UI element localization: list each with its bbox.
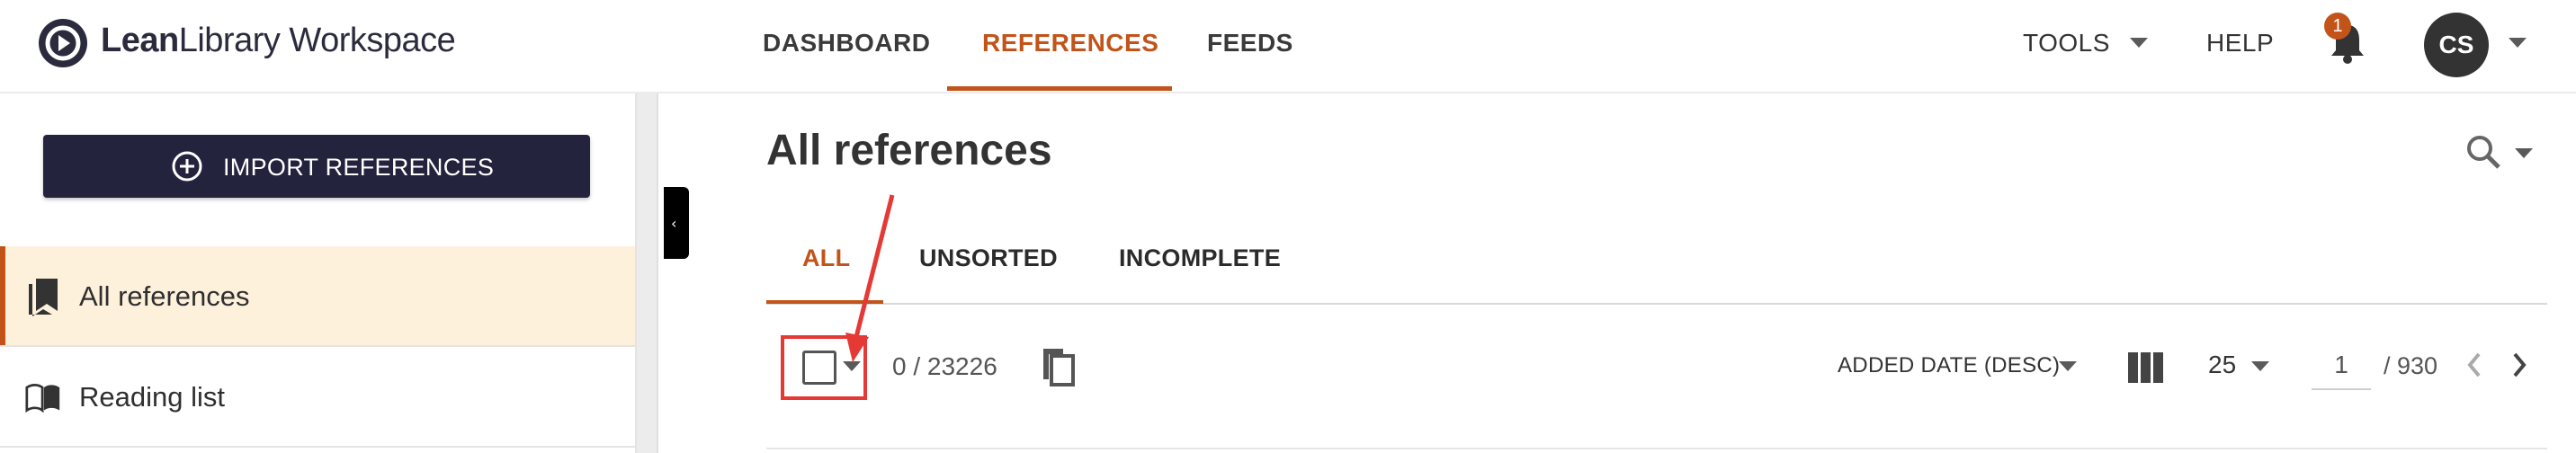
tabs-divider (766, 303, 2547, 305)
search-icon[interactable] (2464, 133, 2504, 173)
search-options-chevron-down-icon[interactable] (2515, 148, 2533, 158)
collapse-sidebar-button[interactable]: ‹ (664, 187, 689, 259)
import-references-label: IMPORT REFERENCES (223, 154, 495, 181)
previous-page-icon[interactable] (2461, 345, 2488, 385)
total-pages: / 930 (2384, 352, 2438, 379)
notification-count-badge: 1 (2324, 13, 2351, 40)
page-number-input[interactable]: 1 (2312, 342, 2371, 390)
sidebar-resize-gutter[interactable] (637, 93, 657, 453)
sidebar-item-label: Reading list (79, 381, 225, 413)
sidebar-item-reading-list[interactable]: Reading list (0, 347, 635, 448)
user-avatar[interactable]: CS (2424, 13, 2489, 77)
page-title: All references (766, 127, 1052, 174)
app-logo-text[interactable]: LeanLibrary Workspace (101, 22, 456, 60)
nav-references[interactable]: REFERENCES (982, 29, 1158, 58)
tab-unsorted[interactable]: UNSORTED (919, 244, 1058, 272)
sort-chevron-down-icon[interactable] (2059, 361, 2077, 371)
bookmarks-icon (29, 279, 58, 316)
per-page-chevron-down-icon[interactable] (2251, 361, 2269, 371)
help-link[interactable]: HELP (2206, 29, 2274, 58)
nav-feeds[interactable]: FEEDS (1207, 29, 1293, 58)
divider (657, 93, 658, 453)
columns-icon[interactable] (2128, 352, 2164, 383)
chevron-left-icon: ‹ (671, 215, 677, 232)
tools-chevron-down-icon[interactable] (2130, 38, 2148, 48)
user-menu-chevron-down-icon[interactable] (2509, 38, 2527, 48)
top-navigation-bar: LeanLibrary Workspace DASHBOARD REFERENC… (0, 0, 2576, 93)
next-page-icon[interactable] (2506, 345, 2533, 385)
active-item-accent (0, 246, 5, 345)
add-circle-icon (172, 151, 202, 182)
tab-incomplete[interactable]: INCOMPLETE (1119, 244, 1281, 272)
sidebar-item-label: All references (79, 280, 250, 312)
per-page-select[interactable]: 25 (2208, 351, 2236, 379)
open-book-icon (25, 384, 60, 413)
sidebar-item-all-references[interactable]: All references (0, 246, 635, 347)
tools-menu[interactable]: TOOLS (2023, 29, 2110, 58)
sidebar: IMPORT REFERENCES All references Reading… (0, 93, 637, 453)
copy-icon[interactable] (1038, 343, 1078, 388)
import-references-button[interactable]: IMPORT REFERENCES (43, 135, 590, 198)
nav-dashboard[interactable]: DASHBOARD (763, 29, 931, 58)
nav-active-indicator (947, 86, 1172, 91)
list-top-divider (766, 448, 2547, 449)
sort-dropdown[interactable]: ADDED DATE (DESC) (1838, 353, 2060, 378)
lean-library-logo-icon[interactable] (38, 18, 88, 68)
annotation-arrow (845, 194, 895, 362)
